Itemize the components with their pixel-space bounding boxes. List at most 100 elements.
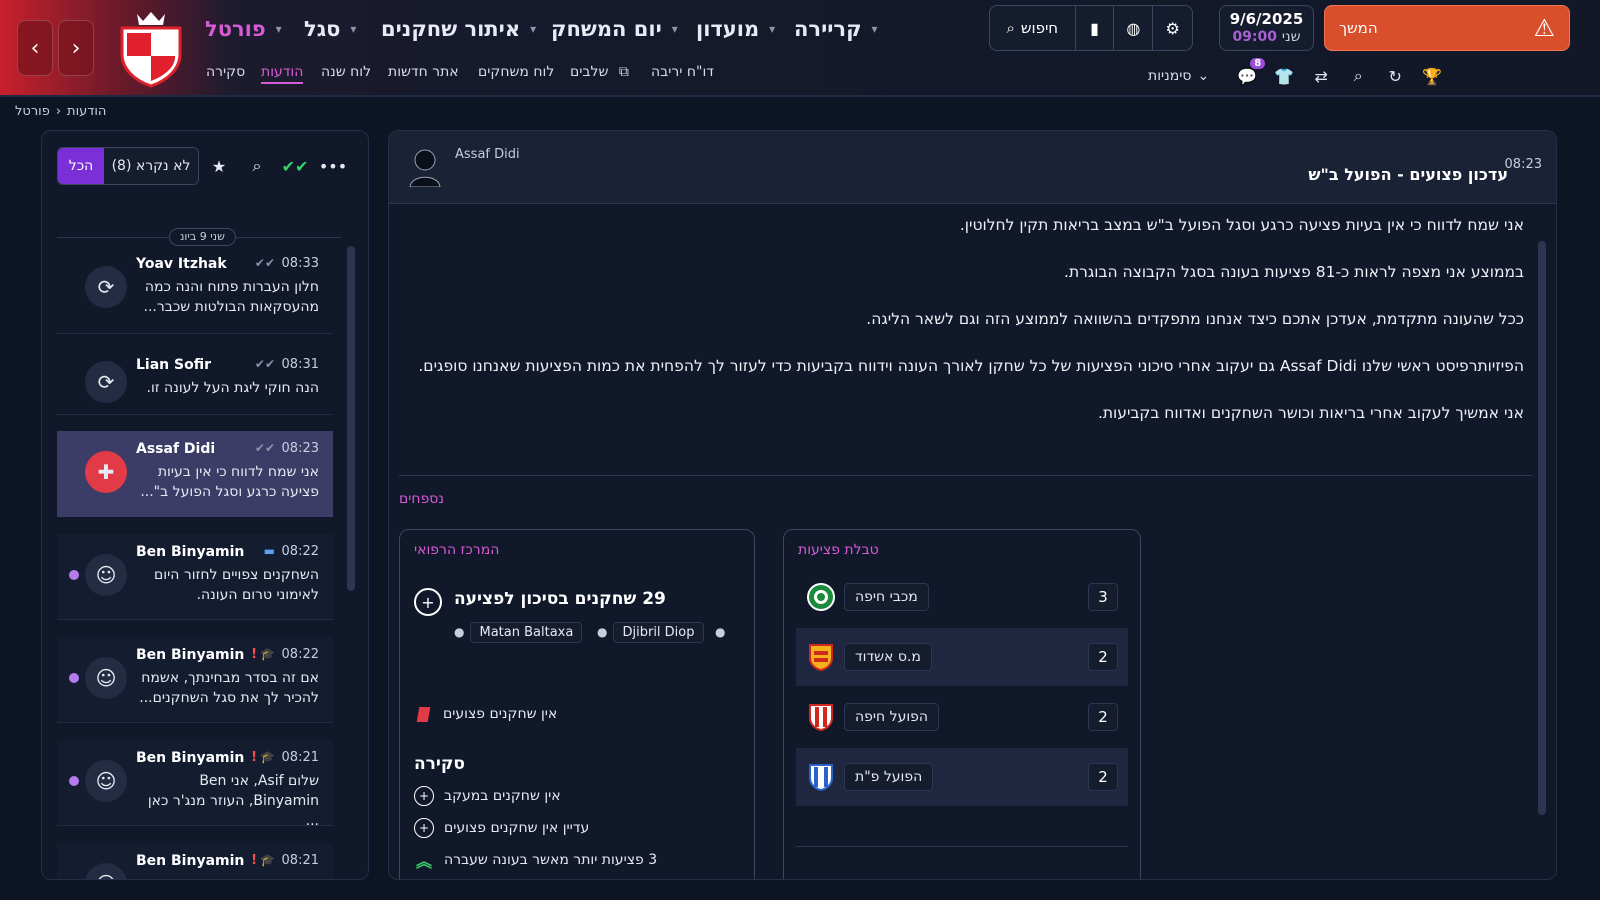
shirt-icon: 👕 [1274, 66, 1295, 86]
subnav-calendar[interactable]: לוח שנה [321, 64, 371, 80]
more-options-button[interactable]: ••• [315, 147, 351, 185]
double-chevron-up-icon: ︽ [415, 852, 432, 871]
inbox-search-button[interactable]: ⌕ [239, 147, 275, 185]
message-time: 08:31 [281, 357, 319, 372]
message-list-item-selected[interactable]: ✚ Assaf Didi ✔✔ 08:23 אני שמח לדווח כי א… [57, 431, 333, 517]
toolbar-group: ⌕ חיפוש ▮ ◍ ⚙ [989, 5, 1193, 51]
message-list-item[interactable]: ⟳ Lian Sofir ✔✔ 08:31 הנה חוקי ליגת העל … [57, 347, 333, 415]
staff-avatar-icon: ☺ [85, 554, 127, 596]
breadcrumb-root[interactable]: פורטל [15, 104, 50, 119]
date-display[interactable]: 9/6/2025 שני 09:00 [1219, 5, 1314, 51]
mark-all-read-button[interactable]: ✔✔ [277, 147, 313, 185]
messages-shortcut[interactable]: 💬 8 [1233, 58, 1266, 90]
red-card-icon [416, 706, 431, 722]
message-scrollbar[interactable] [1538, 241, 1546, 815]
inbox-scrollbar[interactable] [347, 246, 355, 591]
scouting-shortcut[interactable]: ⌕ [1344, 62, 1372, 90]
message-time: 08:21 [281, 853, 319, 868]
important-icon: ! [251, 853, 257, 868]
settings-button[interactable]: ⚙ [1153, 6, 1192, 50]
medical-card-title: המרכז הרפואי [414, 542, 500, 558]
message-sender: Lian Sofir [136, 357, 211, 373]
nav-scouting[interactable]: איתור שחקנים ▾ [381, 12, 536, 46]
message-list-item[interactable]: ☺ Ben Binyamin ! 🎓 08:22 אם זה בסדר מבחי… [57, 637, 333, 723]
message-sender-name[interactable]: Assaf Didi [455, 147, 520, 162]
nav-portal[interactable]: פורטל ▾ [205, 12, 282, 46]
message-body: אני שמח לדווח כי אין בעיות פציעה כרגע וס… [407, 213, 1524, 448]
squad-shortcut[interactable]: 👕 [1270, 62, 1298, 90]
chevron-right-icon: › [71, 35, 81, 61]
filter-all-button[interactable]: הכל [58, 148, 104, 184]
risk-player-chip[interactable]: ● Djibril Diop [597, 620, 704, 644]
club-logo[interactable] [116, 8, 186, 88]
subnav-news[interactable]: אתר חדשות [388, 64, 459, 80]
message-list-item[interactable]: ☺ Ben Binyamin ! 🎓 08:21 שלום Asif, אני … [57, 740, 333, 829]
message-paragraph: בממוצע אני מצפה לראות כ-81 פציעות בעונה … [1064, 263, 1524, 281]
shortcuts-dropdown[interactable]: סימניות ⌄ [1148, 68, 1209, 84]
search-icon: ⌕ [252, 156, 262, 175]
chevron-down-icon: ▾ [871, 22, 878, 36]
injury-table-row[interactable]: הפועל פ"ת 2 [796, 748, 1128, 806]
message-sender: Ben Binyamin [136, 750, 245, 766]
important-icon: ! [251, 647, 257, 662]
injury-table-row[interactable]: מ.ס אשדוד 2 [796, 628, 1128, 686]
overview-title: סקירה [414, 754, 465, 774]
transfers-shortcut[interactable]: ⇄ [1307, 62, 1335, 90]
message-list-item[interactable]: ☺ Ben Binyamin ▬ 08:22 השחקנים צפויים לח… [57, 534, 333, 620]
chevron-left-icon: ‹ [30, 35, 40, 61]
message-paragraph: אני שמח לדווח כי אין בעיות פציעה כרגע וס… [959, 216, 1524, 234]
subnav-stages-label: שלבים [570, 64, 609, 80]
message-count-badge: 8 [1250, 58, 1266, 69]
nav-squad[interactable]: סגל ▾ [304, 12, 356, 46]
breadcrumb: פורטל › הודעות [15, 104, 106, 119]
message-time: 08:33 [281, 256, 319, 271]
continue-button[interactable]: המשך ⚠ [1324, 5, 1570, 51]
nav-club[interactable]: מועדון ▾ [696, 12, 775, 46]
search-button[interactable]: ⌕ חיפוש [990, 6, 1076, 50]
transfer-avatar-icon: ⟳ [85, 361, 127, 403]
risk-player-chip[interactable]: ● [715, 620, 725, 644]
no-injured-text: אין שחקנים פצועים [443, 706, 558, 722]
injury-table-card[interactable]: טבלת פציעות מכבי חיפה 3 מ.ס אשדוד 2 הפוע… [783, 529, 1141, 879]
injury-table-row[interactable]: מכבי חיפה 3 [796, 568, 1128, 626]
person-silhouette-icon [409, 149, 441, 187]
chat-bubble-icon: ▬ [263, 544, 275, 558]
trophy-icon: 🏆 [1422, 66, 1443, 86]
message-sender: Ben Binyamin [136, 647, 245, 663]
no-injured-row: אין שחקנים פצועים [416, 706, 558, 722]
bookmark-button[interactable]: ▮ [1076, 6, 1115, 50]
forward-button[interactable]: › [58, 20, 94, 76]
overview-text: אין שחקנים במעקב [444, 788, 561, 804]
subnav-messages[interactable]: הודעות [261, 64, 304, 84]
star-icon: ★ [211, 156, 227, 176]
world-button[interactable]: ◍ [1114, 6, 1154, 50]
refresh-shortcut[interactable]: ↻ [1381, 62, 1409, 90]
double-check-icon: ✔✔ [281, 156, 309, 176]
read-check-icon: ✔✔ [254, 441, 275, 455]
current-day: שני [1281, 29, 1301, 45]
filter-unread-button[interactable]: לא נקרא (8) [104, 148, 198, 184]
back-button[interactable]: ‹ [17, 20, 53, 76]
subnav-fixtures[interactable]: לוח משחקים [478, 64, 554, 80]
breadcrumb-current: הודעות [67, 104, 107, 119]
message-preview: אם זה בסדר מבחינתך, אשמח להכיר לך את סגל… [139, 670, 319, 706]
injury-table-row[interactable]: הפועל חיפה 2 [796, 688, 1128, 746]
risk-player-chip[interactable]: ● Matan Baltaxa [454, 620, 583, 644]
medical-centre-card[interactable]: המרכז הרפואי + 29 שחקנים בסיכון לפציעה ●… [399, 529, 755, 879]
message-preview: אני שמח לדווח כי אין בעיות פציעה כרגע וס… [140, 464, 319, 500]
message-list-item[interactable]: ⟳ Yoav Itzhak ✔✔ 08:33 חלון העברות פתוח … [57, 246, 333, 334]
attachments-label: נספחים [399, 491, 445, 507]
starred-button[interactable]: ★ [201, 147, 237, 185]
message-list-item[interactable]: ☺ Ben Binyamin ! 🎓 08:21 [57, 843, 333, 879]
message-preview: חלון העברות פתוח והנה כמה מהעסקאות הבולט… [143, 279, 320, 315]
nav-matchday[interactable]: יום המשחק ▾ [551, 12, 678, 46]
person-icon: ● [454, 625, 465, 639]
chevron-down-icon: ▾ [350, 22, 357, 36]
team-name: מ.ס אשדוד [844, 643, 932, 671]
trophy-shortcut[interactable]: 🏆 [1418, 62, 1446, 90]
subnav-stages[interactable]: שלבים ⧉ [570, 64, 629, 80]
subnav-opponent-report[interactable]: דו"ח יריבה [651, 64, 714, 80]
subnav-overview[interactable]: סקירה [206, 64, 245, 80]
message-panel: Assaf Didi עדכון פצועים - הפועל ב"ש 08:2… [388, 130, 1557, 880]
nav-career[interactable]: קריירה ▾ [794, 12, 878, 46]
